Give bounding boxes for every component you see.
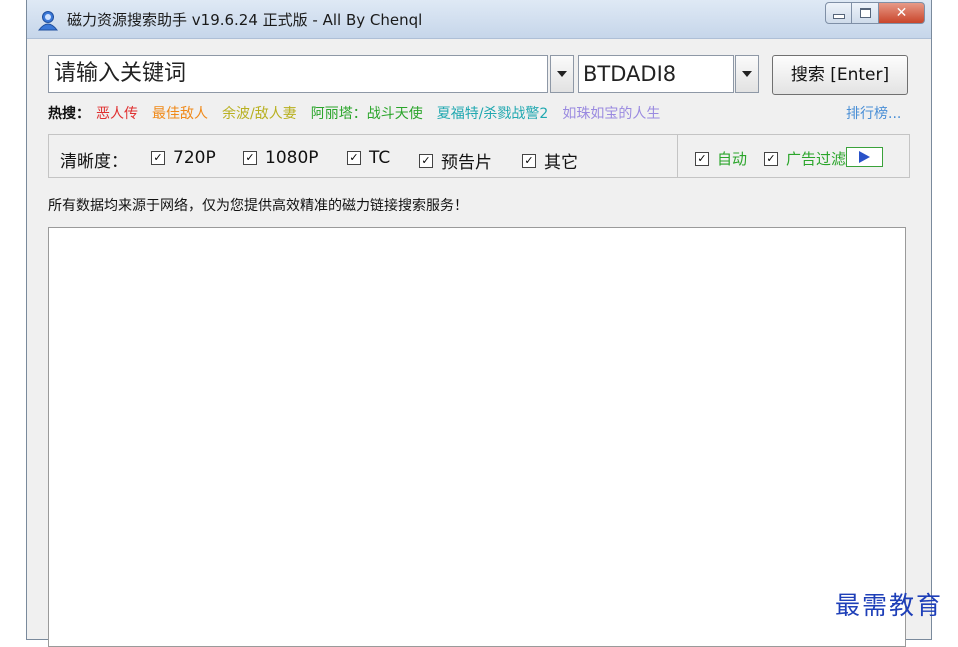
- hot-search-row: 热搜： 恶人传 最佳敌人 余波/敌人妻 阿丽塔：战斗天使 夏福特/杀戮战警2 如…: [48, 103, 674, 123]
- checkmark-icon: ✓: [243, 151, 257, 165]
- hot-item[interactable]: 恶人传: [96, 103, 138, 123]
- hot-item[interactable]: 最佳敌人: [152, 103, 208, 123]
- hot-item[interactable]: 如珠如宝的人生: [562, 103, 660, 123]
- play-button[interactable]: [846, 147, 883, 167]
- maximize-button[interactable]: [852, 2, 879, 24]
- minimize-icon: [832, 13, 845, 19]
- window-title: 磁力资源搜索助手 v19.6.24 正式版 - All By Chenql: [67, 11, 423, 29]
- checkmark-icon: ✓: [419, 153, 433, 168]
- search-button[interactable]: 搜索 [Enter]: [772, 55, 908, 95]
- checkbox-720p[interactable]: ✓ 720P: [151, 148, 216, 168]
- maximize-icon: [859, 8, 871, 18]
- checkbox-trailer[interactable]: ✓ 预告片: [419, 148, 492, 173]
- results-list[interactable]: [48, 227, 906, 647]
- chevron-down-icon: [742, 71, 752, 77]
- quality-filter-panel: 清晰度： ✓ 720P ✓ 1080P ✓ TC ✓ 预告片 ✓ 其它 ✓ 自动…: [48, 134, 910, 178]
- ranking-link[interactable]: 排行榜...: [846, 103, 901, 123]
- source-dropdown-button[interactable]: [735, 55, 759, 93]
- chevron-down-icon: [557, 71, 567, 77]
- checkbox-tc[interactable]: ✓ TC: [347, 148, 390, 168]
- quality-label: 清晰度：: [60, 152, 128, 172]
- checkmark-icon: ✓: [764, 151, 778, 166]
- checkmark-icon: ✓: [695, 151, 709, 166]
- hot-item[interactable]: 夏福特/杀戮战警2: [437, 103, 549, 123]
- keyword-history-dropdown[interactable]: [550, 55, 574, 93]
- hot-search-label: 热搜：: [48, 106, 90, 122]
- source-select[interactable]: BTDADI8: [578, 55, 734, 93]
- minimize-button[interactable]: [825, 2, 852, 24]
- notice-text: 所有数据均来源于网络，仅为您提供高效精准的磁力链接搜索服务！: [48, 198, 468, 214]
- app-window: 磁力资源搜索助手 v19.6.24 正式版 - All By Chenql ✕ …: [26, 0, 932, 647]
- window-controls: ✕: [825, 2, 925, 26]
- checkbox-ad-filter[interactable]: ✓ 广告过滤: [764, 148, 846, 169]
- user-icon: [37, 11, 59, 31]
- checkmark-icon: ✓: [347, 151, 361, 165]
- checkmark-icon: ✓: [522, 153, 536, 168]
- checkbox-auto[interactable]: ✓ 自动: [695, 148, 747, 169]
- search-input[interactable]: 请输入关键词: [48, 55, 548, 93]
- close-icon: ✕: [895, 5, 908, 21]
- watermark: 最需教育: [835, 591, 944, 620]
- panel-divider: [677, 135, 678, 177]
- close-button[interactable]: ✕: [879, 2, 925, 24]
- checkbox-other[interactable]: ✓ 其它: [522, 148, 578, 173]
- play-icon: [859, 151, 870, 163]
- hot-item[interactable]: 阿丽塔：战斗天使: [311, 103, 423, 123]
- hot-item[interactable]: 余波/敌人妻: [222, 103, 297, 123]
- checkbox-1080p[interactable]: ✓ 1080P: [243, 148, 319, 168]
- checkmark-icon: ✓: [151, 151, 165, 165]
- title-bar[interactable]: 磁力资源搜索助手 v19.6.24 正式版 - All By Chenql ✕: [27, 0, 931, 39]
